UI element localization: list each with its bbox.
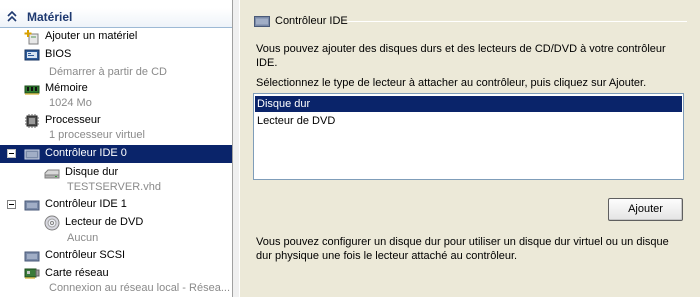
- hardware-tree: Matériel Ajouter un matériel BIOS Démarr…: [0, 0, 233, 297]
- tree-item-hard-disk[interactable]: Disque dur: [0, 164, 232, 182]
- tree-item-network-adapter[interactable]: Carte réseau: [0, 265, 232, 283]
- details-panel: Contrôleur IDE Vous pouvez ajouter des d…: [239, 0, 700, 297]
- tree-item-label: Contrôleur SCSI: [45, 249, 126, 261]
- tree-item-label: Contrôleur IDE 0: [45, 147, 127, 159]
- network-adapter-value: Connexion au réseau local - Résea...: [49, 282, 230, 294]
- tree-item-ide-controller-0[interactable]: Contrôleur IDE 0: [0, 145, 232, 163]
- hardware-section-title: Matériel: [27, 10, 73, 24]
- tree-item-dvd-drive[interactable]: Lecteur de DVD: [0, 214, 232, 232]
- scsi-controller-icon: [24, 251, 40, 262]
- select-prompt-text: Sélectionnez le type de lecteur à attach…: [256, 77, 647, 89]
- ide-controller-icon: [24, 149, 40, 160]
- footer-text: Vous pouvez configurer un disque dur pou…: [256, 236, 669, 262]
- processor-value: 1 processeur virtuel: [49, 129, 145, 141]
- tree-item-label: Carte réseau: [45, 267, 109, 279]
- tree-item-add-hardware[interactable]: Ajouter un matériel: [0, 28, 232, 46]
- hard-disk-icon: [44, 169, 60, 179]
- bios-icon: [24, 49, 40, 61]
- tree-item-label: Disque dur: [65, 166, 119, 178]
- ide-controller-icon: [24, 200, 40, 211]
- group-divider: [347, 21, 687, 22]
- tree-item-label: Processeur: [45, 114, 101, 126]
- panel-title: Contrôleur IDE: [275, 15, 348, 27]
- network-adapter-icon: [24, 268, 40, 279]
- tree-item-label: Contrôleur IDE 1: [45, 198, 127, 210]
- list-item-hard-disk[interactable]: Disque dur: [255, 96, 682, 112]
- processor-icon: [25, 114, 39, 128]
- tree-item-scsi-controller[interactable]: Contrôleur SCSI: [0, 247, 232, 265]
- tree-item-label: Ajouter un matériel: [45, 30, 138, 42]
- tree-item-label: BIOS: [45, 48, 72, 60]
- bios-boot-value: Démarrer à partir de CD: [49, 66, 167, 78]
- tree-item-ide-controller-1[interactable]: Contrôleur IDE 1: [0, 196, 232, 214]
- collapse-toggle-icon[interactable]: [7, 200, 16, 209]
- memory-value: 1024 Mo: [49, 97, 92, 109]
- dvd-icon: [44, 215, 60, 231]
- list-item-dvd-drive[interactable]: Lecteur de DVD: [255, 113, 682, 129]
- intro-text: Vous pouvez ajouter des disques durs et …: [256, 43, 666, 69]
- hardware-section-header[interactable]: Matériel: [0, 8, 232, 28]
- tree-item-memory[interactable]: Mémoire: [0, 80, 232, 98]
- ide-controller-icon: [254, 16, 270, 27]
- tree-item-label: Mémoire: [45, 82, 88, 94]
- add-hardware-icon: [24, 30, 39, 45]
- tree-item-label: Lecteur de DVD: [65, 216, 144, 228]
- collapse-chevron-icon[interactable]: [7, 11, 17, 23]
- hard-disk-value: TESTSERVER.vhd: [67, 181, 161, 193]
- drive-type-list[interactable]: Disque dur Lecteur de DVD: [253, 93, 684, 180]
- memory-icon: [24, 85, 40, 95]
- collapse-toggle-icon[interactable]: [7, 149, 16, 158]
- add-button[interactable]: Ajouter: [608, 198, 683, 221]
- tree-item-bios[interactable]: BIOS: [0, 46, 232, 64]
- tree-item-processor[interactable]: Processeur: [0, 112, 232, 130]
- dvd-drive-value: Aucun: [67, 232, 99, 244]
